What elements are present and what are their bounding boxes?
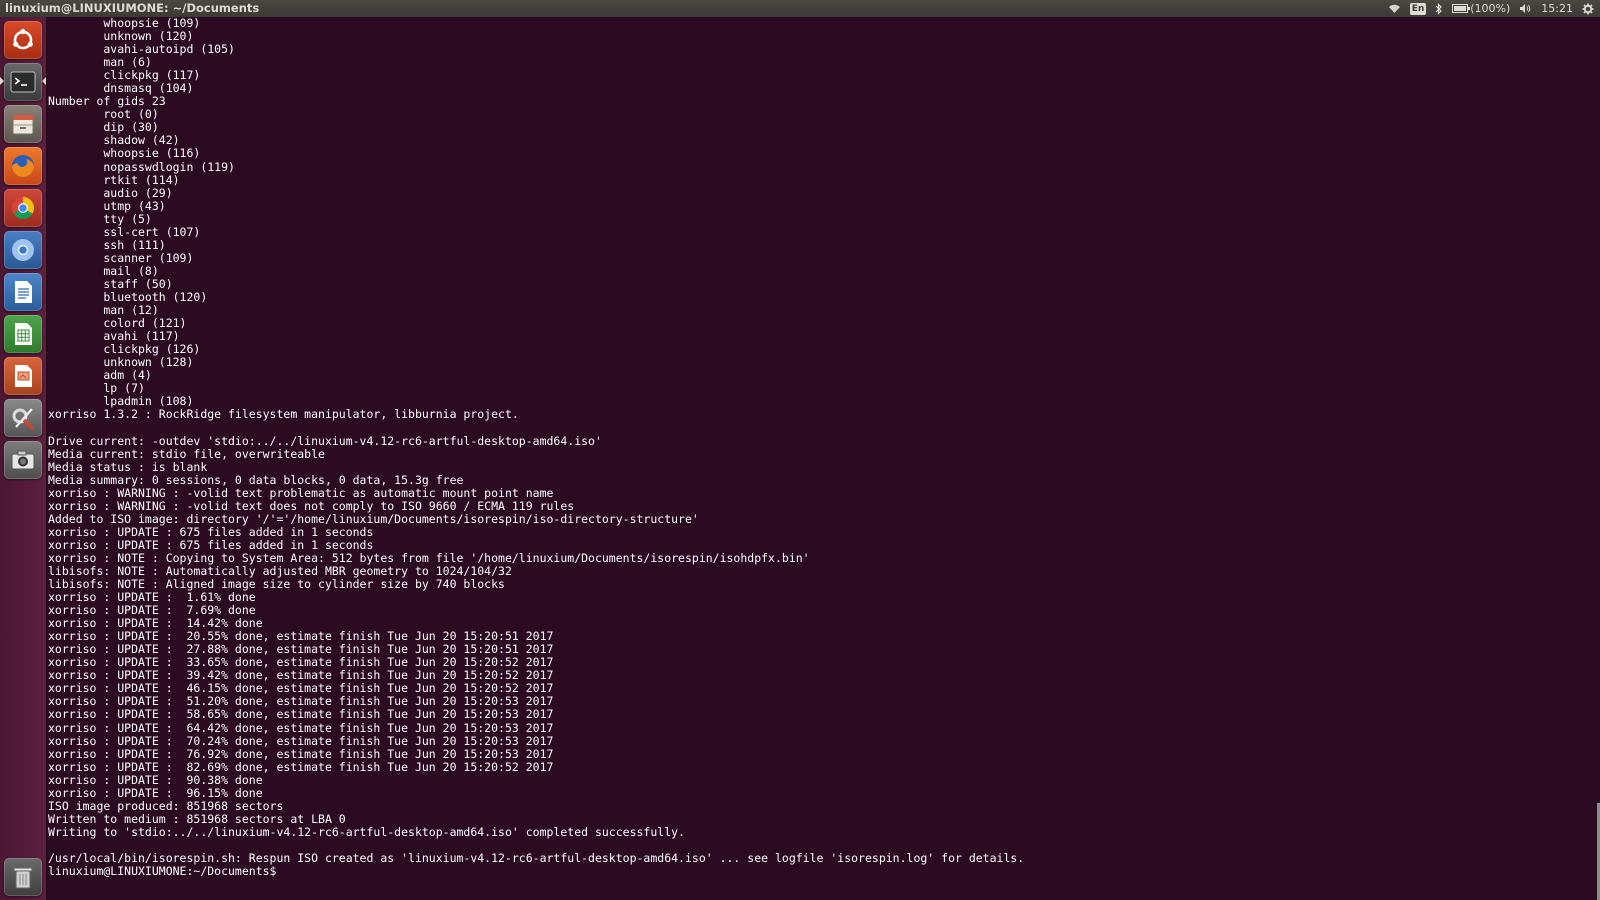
top-panel: linuxium@LINUXIUMONE: ~/Documents En (10…	[0, 0, 1600, 17]
terminal-line: man (12)	[48, 303, 159, 318]
clock[interactable]: 15:21	[1541, 2, 1573, 15]
terminal-line: Drive current: -outdev 'stdio:../../linu…	[48, 433, 602, 448]
terminal-line: lp (7)	[48, 381, 145, 396]
terminal-line: root (0)	[48, 107, 159, 122]
terminal-line: Writing to 'stdio:../../linuxium-v4.12-r…	[48, 824, 685, 839]
chrome-icon	[12, 197, 34, 219]
terminal-line: Written to medium : 851968 sectors at LB…	[48, 811, 346, 826]
launcher-libreoffice-writer[interactable]	[4, 273, 42, 311]
active-app-indicator-right	[42, 77, 46, 85]
writer-icon	[15, 281, 32, 303]
terminal-line: unknown (128)	[48, 355, 194, 370]
battery-icon	[1452, 4, 1471, 13]
terminal-line: audio (29)	[48, 185, 173, 200]
launcher-libreoffice-impress[interactable]	[4, 357, 42, 395]
terminal-line: rtkit (114)	[48, 172, 180, 187]
terminal-line: Media summary: 0 sessions, 0 data blocks…	[48, 472, 464, 487]
launcher-chromium[interactable]	[4, 231, 42, 269]
launcher-firefox[interactable]	[4, 147, 42, 185]
terminal-line: ISO image produced: 851968 sectors	[48, 798, 284, 813]
launcher	[0, 17, 47, 900]
terminal-line: tty (5)	[48, 211, 152, 226]
launcher-system-settings[interactable]	[4, 399, 42, 437]
terminal-line: mail (8)	[48, 263, 159, 278]
system-tray: En (100%) 15:21	[1388, 0, 1594, 17]
terminal-line: dip (30)	[48, 120, 159, 135]
terminal-line: ssh (111)	[48, 237, 166, 252]
terminal-line: xorriso : UPDATE : 675 files added in 1 …	[48, 537, 374, 552]
terminal-line: Number of gids 23	[48, 94, 166, 109]
terminal-line: xorriso : UPDATE : 82.69% done, estimate…	[48, 759, 554, 774]
window-title: linuxium@LINUXIUMONE: ~/Documents	[5, 1, 260, 15]
terminal-line: xorriso : WARNING : -volid text does not…	[48, 498, 575, 513]
calc-icon	[15, 323, 32, 345]
terminal-line: colord (121)	[48, 316, 187, 331]
chromium-icon	[12, 239, 34, 261]
file-cabinet-icon	[12, 114, 34, 135]
terminal-line: bluetooth (120)	[48, 289, 208, 304]
terminal-line: ssl-cert (107)	[48, 224, 201, 239]
terminal-window[interactable]: whoopsie (109) unknown (120) avahi-autoi…	[47, 17, 1600, 900]
terminal-line: xorriso : WARNING : -volid text problema…	[48, 485, 554, 500]
firefox-icon	[12, 155, 34, 177]
terminal-line: whoopsie (116)	[48, 146, 201, 161]
terminal-line: adm (4)	[48, 368, 152, 383]
terminal-prompt-line: linuxium@LINUXIUMONE:~/Documents$	[48, 864, 277, 879]
launcher-chrome[interactable]	[4, 189, 42, 227]
terminal-line: Media status : is blank	[48, 459, 208, 474]
terminal-line: clickpkg (117)	[48, 68, 201, 83]
terminal-line: xorriso : UPDATE : 90.38% done	[48, 772, 263, 787]
settings-tools-icon	[12, 408, 35, 431]
battery-percentage: (100%)	[1470, 2, 1511, 15]
bluetooth-icon[interactable]	[1435, 2, 1443, 15]
battery-level-fill	[1454, 6, 1467, 11]
terminal-line: xorriso : UPDATE : 58.65% done, estimate…	[48, 707, 554, 722]
terminal-line: scanner (109)	[48, 250, 194, 265]
trash-icon	[13, 867, 33, 889]
terminal-line: xorriso : UPDATE : 64.42% done, estimate…	[48, 720, 554, 735]
terminal-line: xorriso : UPDATE : 96.15% done	[48, 785, 263, 800]
launcher-files[interactable]	[4, 105, 42, 143]
terminal-line: whoopsie (109)	[48, 17, 201, 30]
launcher-dash-home[interactable]	[4, 21, 42, 59]
gear-icon[interactable]	[1582, 3, 1594, 15]
battery-indicator[interactable]: (100%)	[1452, 2, 1510, 15]
volume-icon[interactable]	[1519, 3, 1532, 14]
impress-icon	[15, 365, 32, 387]
launcher-screenshot[interactable]	[4, 441, 42, 479]
terminal-line: xorriso : UPDATE : 675 files added in 1 …	[48, 524, 374, 539]
terminal-line: xorriso : UPDATE : 70.24% done, estimate…	[48, 733, 554, 748]
terminal-line: xorriso : NOTE : Copying to System Area:…	[48, 550, 810, 565]
keyboard-layout-indicator[interactable]: En	[1409, 2, 1427, 15]
network-wifi-icon[interactable]	[1388, 4, 1401, 14]
terminal-line: Added to ISO image: directory '/'='/home…	[48, 511, 699, 526]
terminal-line: clickpkg (126)	[48, 342, 201, 357]
launcher-terminal[interactable]	[4, 63, 42, 101]
terminal-line: xorriso : UPDATE : 76.92% done, estimate…	[48, 746, 554, 761]
terminal-output[interactable]: whoopsie (109) unknown (120) avahi-autoi…	[48, 17, 1024, 878]
terminal-line: utmp (43)	[48, 198, 166, 213]
terminal-line: nopasswdlogin (119)	[48, 159, 235, 174]
terminal-line: Media current: stdio file, overwriteable	[48, 446, 325, 461]
camera-icon	[11, 450, 35, 470]
terminal-icon	[10, 71, 36, 93]
terminal-line: avahi-autoipd (105)	[48, 42, 235, 57]
ubuntu-logo-icon	[13, 28, 33, 50]
terminal-line: dnsmasq (104)	[48, 81, 194, 96]
launcher-libreoffice-calc[interactable]	[4, 315, 42, 353]
launcher-trash[interactable]	[4, 858, 42, 896]
terminal-line: xorriso 1.3.2 : RockRidge filesystem man…	[48, 407, 519, 422]
